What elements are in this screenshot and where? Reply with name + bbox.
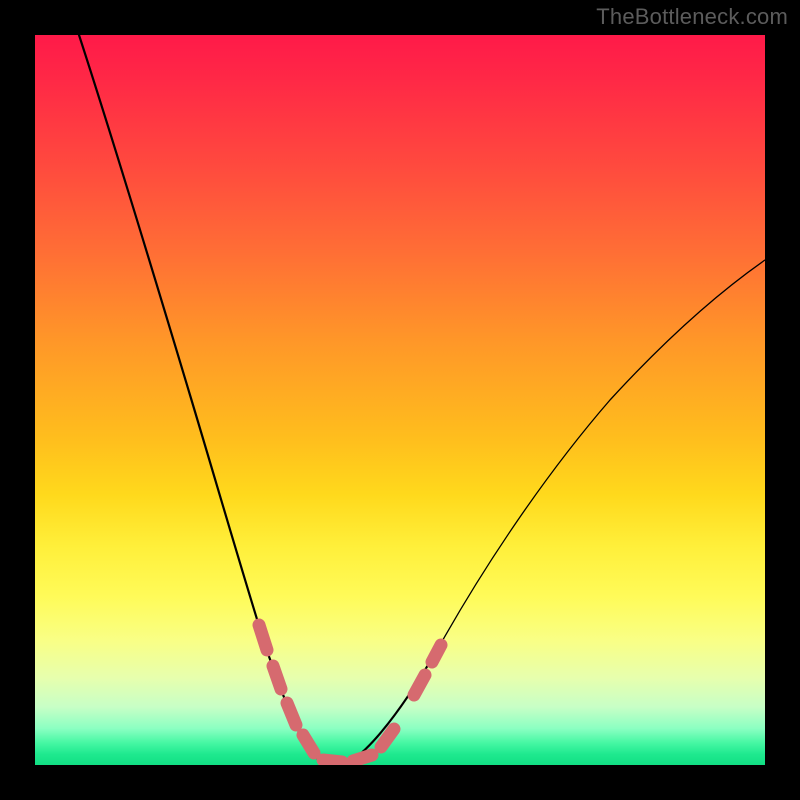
bottleneck-curve-right xyxy=(440,260,765,645)
outer-frame: TheBottleneck.com xyxy=(0,0,800,800)
dash-segment xyxy=(414,675,425,695)
bottleneck-curve-left xyxy=(79,35,350,764)
curve-layer xyxy=(35,35,765,765)
dash-segment xyxy=(323,760,342,762)
dash-segment xyxy=(432,645,441,662)
dash-segment xyxy=(303,735,314,753)
dash-segment xyxy=(259,625,267,650)
watermark-text: TheBottleneck.com xyxy=(596,4,788,30)
dash-segment xyxy=(353,755,372,761)
dash-segment xyxy=(287,703,296,725)
dash-segment xyxy=(273,666,281,689)
plot-area xyxy=(35,35,765,765)
